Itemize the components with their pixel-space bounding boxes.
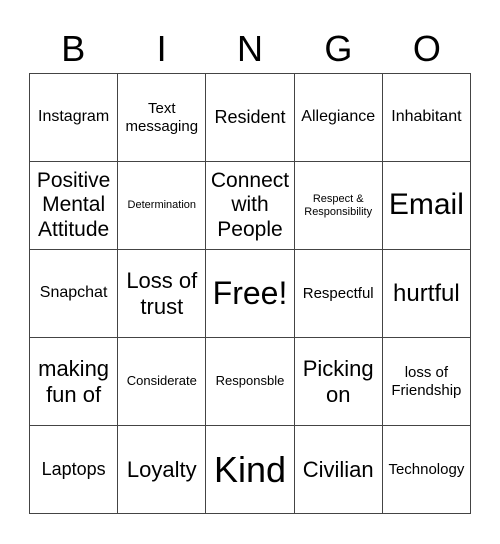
bingo-cell[interactable]: Laptops — [30, 426, 119, 514]
cell-text: hurtful — [393, 279, 460, 307]
cell-text: Respect & Responsibility — [304, 192, 373, 218]
bingo-cell[interactable]: making fun of — [30, 338, 119, 426]
bingo-header: B I N G O — [29, 26, 471, 72]
cell-text: Picking on — [302, 356, 374, 407]
bingo-cell[interactable]: hurtful — [382, 250, 471, 338]
cell-text: Free! — [212, 275, 288, 312]
bingo-cell[interactable]: Instagram — [30, 74, 119, 162]
header-letter-b: B — [61, 28, 86, 69]
bingo-cell[interactable]: Kind — [206, 426, 295, 514]
header-letter-o: O — [412, 28, 441, 69]
cell-text: making fun of — [38, 356, 110, 407]
cell-text: Laptops — [41, 459, 106, 480]
cell-text: Kind — [213, 448, 287, 490]
bingo-cell[interactable]: Considerate — [118, 338, 207, 426]
cell-text: Technology — [388, 460, 465, 478]
cell-text: Email — [388, 188, 464, 222]
header-letter-g: G — [324, 28, 353, 69]
bingo-cell[interactable]: Picking on — [294, 338, 383, 426]
free-space-cell[interactable]: Free! — [206, 250, 295, 338]
cell-text: Loss of trust — [126, 268, 198, 319]
header-letter-n: N — [237, 28, 264, 69]
cell-text: Positive Mental Attitude — [36, 169, 111, 241]
header-letter-i: I — [156, 28, 167, 69]
cell-text: Determination — [127, 199, 197, 212]
bingo-cell[interactable]: Allegiance — [294, 74, 383, 162]
cell-text: Inhabitant — [391, 108, 462, 126]
cell-text: Instagram — [38, 108, 110, 126]
bingo-cell[interactable]: Snapchat — [30, 250, 119, 338]
cell-text: Responsble — [215, 373, 285, 389]
cell-text: Snapchat — [39, 284, 108, 302]
cell-text: loss of Friendship — [391, 364, 462, 399]
bingo-cell[interactable]: Positive Mental Attitude — [30, 162, 119, 250]
cell-text: Civilian — [302, 456, 374, 482]
cell-text: Respectful — [302, 284, 374, 302]
bingo-cell[interactable]: Text messaging — [118, 74, 207, 162]
bingo-cell[interactable]: Email — [382, 162, 471, 250]
bingo-cell[interactable]: Inhabitant — [382, 74, 471, 162]
bingo-cell[interactable]: Loyalty — [118, 426, 207, 514]
bingo-cell[interactable]: Resident — [206, 74, 295, 162]
cell-text: Allegiance — [301, 108, 376, 126]
cell-text: Loyalty — [126, 456, 197, 482]
bingo-cell[interactable]: Determination — [118, 162, 207, 250]
cell-text: Considerate — [126, 373, 197, 389]
bingo-cell[interactable]: Responsble — [206, 338, 295, 426]
cell-text: Connect with People — [210, 169, 290, 241]
bingo-cell[interactable]: Respect & Responsibility — [294, 162, 383, 250]
bingo-cell[interactable]: Technology — [382, 426, 471, 514]
bingo-cell[interactable]: Loss of trust — [118, 250, 207, 338]
bingo-grid: Instagram Text messaging Resident Allegianc… — [29, 73, 471, 514]
bingo-cell[interactable]: Civilian — [294, 426, 383, 514]
cell-text: Resident — [214, 107, 286, 128]
bingo-cell[interactable]: Connect with People — [206, 162, 295, 250]
bingo-cell[interactable]: Respectful — [294, 250, 383, 338]
cell-text: Text messaging — [125, 100, 199, 135]
bingo-cell[interactable]: loss of Friendship — [382, 338, 471, 426]
